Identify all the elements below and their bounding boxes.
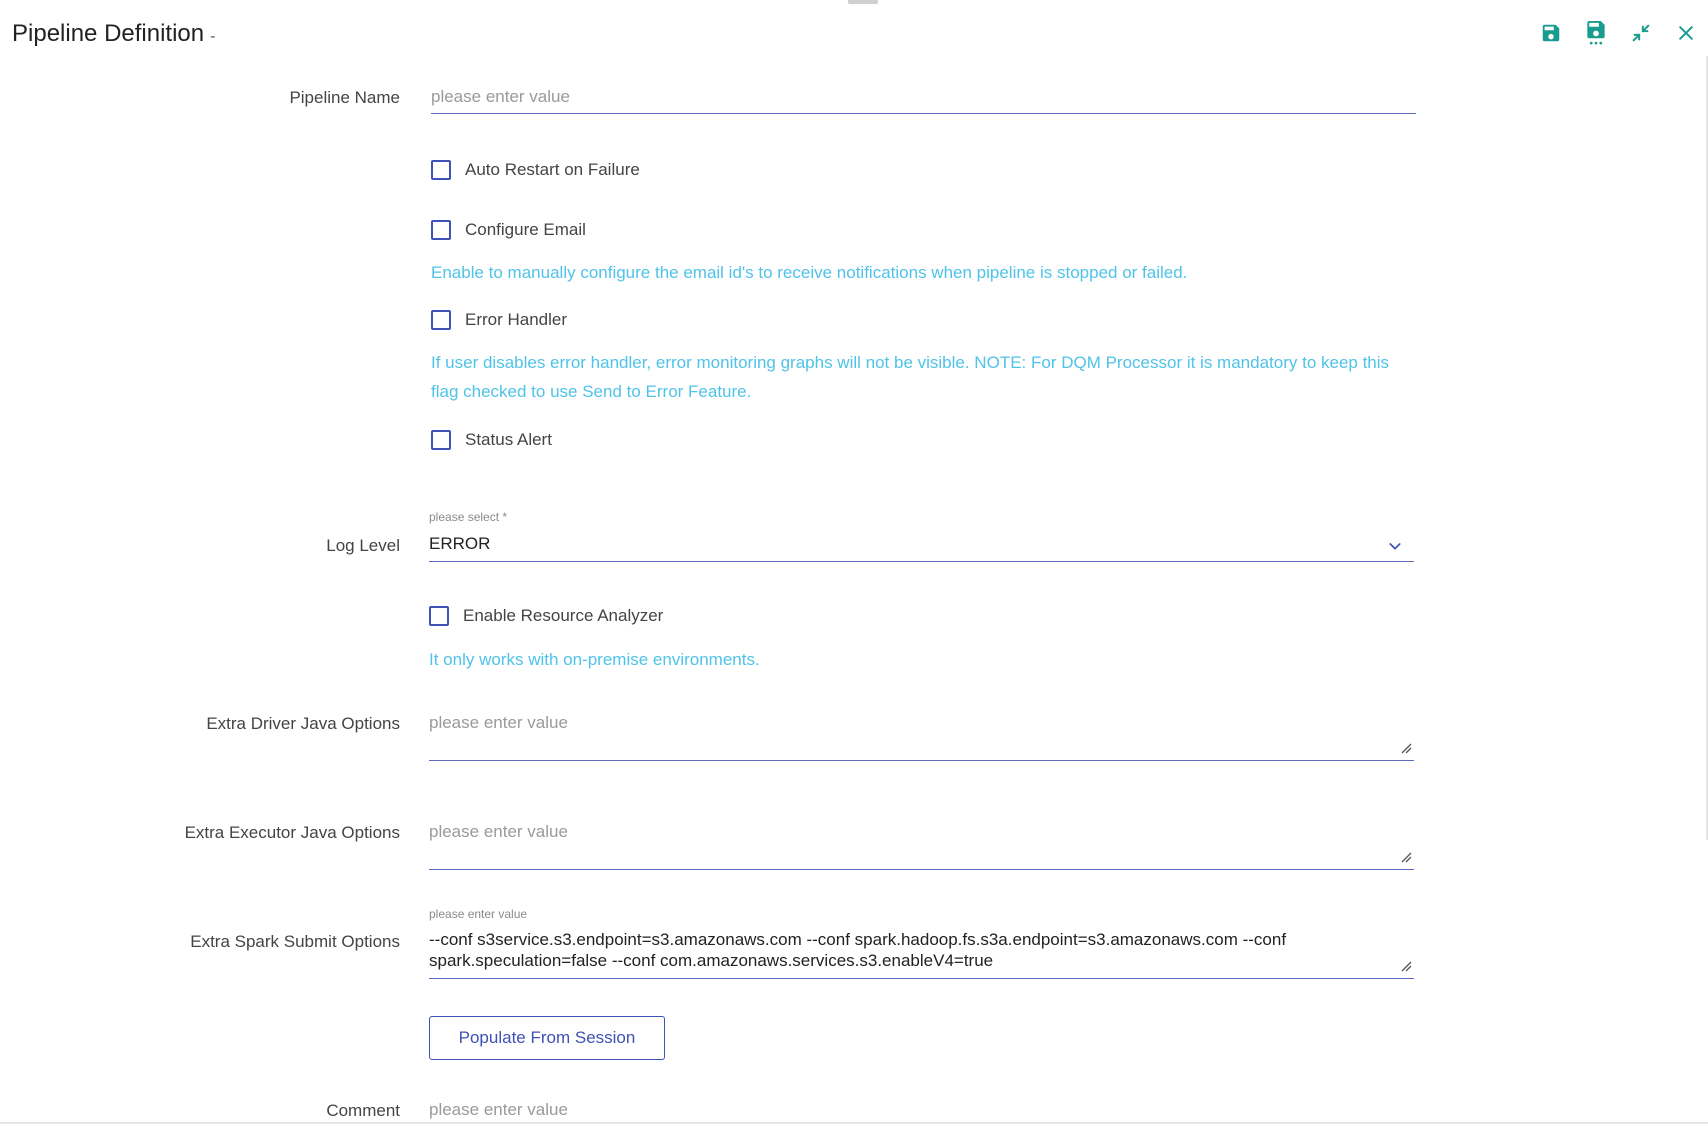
extra-driver-label: Extra Driver Java Options xyxy=(206,714,400,733)
extra-driver-underline xyxy=(429,760,1414,761)
configure-email-checkbox-row[interactable]: Configure Email xyxy=(431,220,586,240)
status-alert-label: Status Alert xyxy=(465,430,552,449)
save-all-icon xyxy=(1586,20,1605,45)
extra-spark-underline xyxy=(429,978,1414,979)
resource-analyzer-label: Enable Resource Analyzer xyxy=(463,606,664,625)
extra-spark-textarea[interactable]: --conf s3service.s3.endpoint=s3.amazonaw… xyxy=(429,929,1389,971)
configure-email-checkbox[interactable] xyxy=(431,220,451,240)
error-handler-checkbox[interactable] xyxy=(431,310,451,330)
configure-email-hint: Enable to manually configure the email i… xyxy=(431,263,1188,282)
save-icon xyxy=(1542,24,1559,42)
log-level-underline xyxy=(429,561,1414,562)
extra-spark-line-1: --conf s3service.s3.endpoint=s3.amazonaw… xyxy=(429,930,1287,949)
error-handler-hint: If user disables error handler, error mo… xyxy=(431,353,1390,401)
minimize-button[interactable] xyxy=(1618,18,1663,48)
page-title: Pipeline Definition xyxy=(12,20,205,47)
pipeline-name-label: Pipeline Name xyxy=(289,88,400,107)
pipeline-name-underline xyxy=(431,113,1416,114)
close-icon xyxy=(1678,26,1693,40)
extra-spark-float-label: please enter value xyxy=(429,907,528,921)
toolbar xyxy=(1528,18,1708,48)
comment-input[interactable]: please enter value xyxy=(429,1100,568,1120)
save-all-button[interactable] xyxy=(1573,18,1618,48)
minimize-icon xyxy=(1632,24,1649,42)
page-header: Pipeline Definition - xyxy=(12,20,215,48)
auto-restart-checkbox[interactable] xyxy=(431,160,451,180)
resource-analyzer-checkbox[interactable] xyxy=(429,606,449,626)
extra-spark-label: Extra Spark Submit Options xyxy=(190,932,400,951)
error-handler-checkbox-row[interactable]: Error Handler xyxy=(431,310,567,330)
resize-grip-icon[interactable] xyxy=(1400,851,1412,863)
configure-email-label: Configure Email xyxy=(465,220,586,239)
log-level-label: Log Level xyxy=(326,536,400,555)
auto-restart-label: Auto Restart on Failure xyxy=(465,160,640,179)
resize-grip-icon[interactable] xyxy=(1400,960,1412,972)
status-alert-checkbox-row[interactable]: Status Alert xyxy=(431,430,552,450)
chevron-down-icon[interactable] xyxy=(1387,538,1403,554)
pipeline-name-input[interactable]: please enter value xyxy=(431,87,570,107)
resource-analyzer-hint: It only works with on-premise environmen… xyxy=(429,650,760,669)
bottom-divider xyxy=(0,1122,1708,1124)
close-button[interactable] xyxy=(1663,18,1708,48)
comment-label: Comment xyxy=(326,1101,400,1120)
populate-from-session-button[interactable]: Populate From Session xyxy=(429,1016,665,1060)
resize-grip-icon[interactable] xyxy=(1400,742,1412,754)
extra-driver-input[interactable]: please enter value xyxy=(429,713,568,733)
page-title-suffix: - xyxy=(210,28,216,45)
drag-handle[interactable] xyxy=(848,0,878,4)
auto-restart-checkbox-row[interactable]: Auto Restart on Failure xyxy=(431,160,640,180)
error-handler-label: Error Handler xyxy=(465,310,568,329)
log-level-float-label: please select * xyxy=(429,510,508,524)
extra-executor-underline xyxy=(429,869,1414,870)
log-level-select[interactable]: ERROR xyxy=(429,534,490,554)
extra-spark-line-2: spark.speculation=false --conf com.amazo… xyxy=(429,951,994,970)
status-alert-checkbox[interactable] xyxy=(431,430,451,450)
extra-executor-input[interactable]: please enter value xyxy=(429,822,568,842)
resource-analyzer-checkbox-row[interactable]: Enable Resource Analyzer xyxy=(429,606,663,626)
save-button[interactable] xyxy=(1528,18,1573,48)
extra-executor-label: Extra Executor Java Options xyxy=(184,823,400,842)
